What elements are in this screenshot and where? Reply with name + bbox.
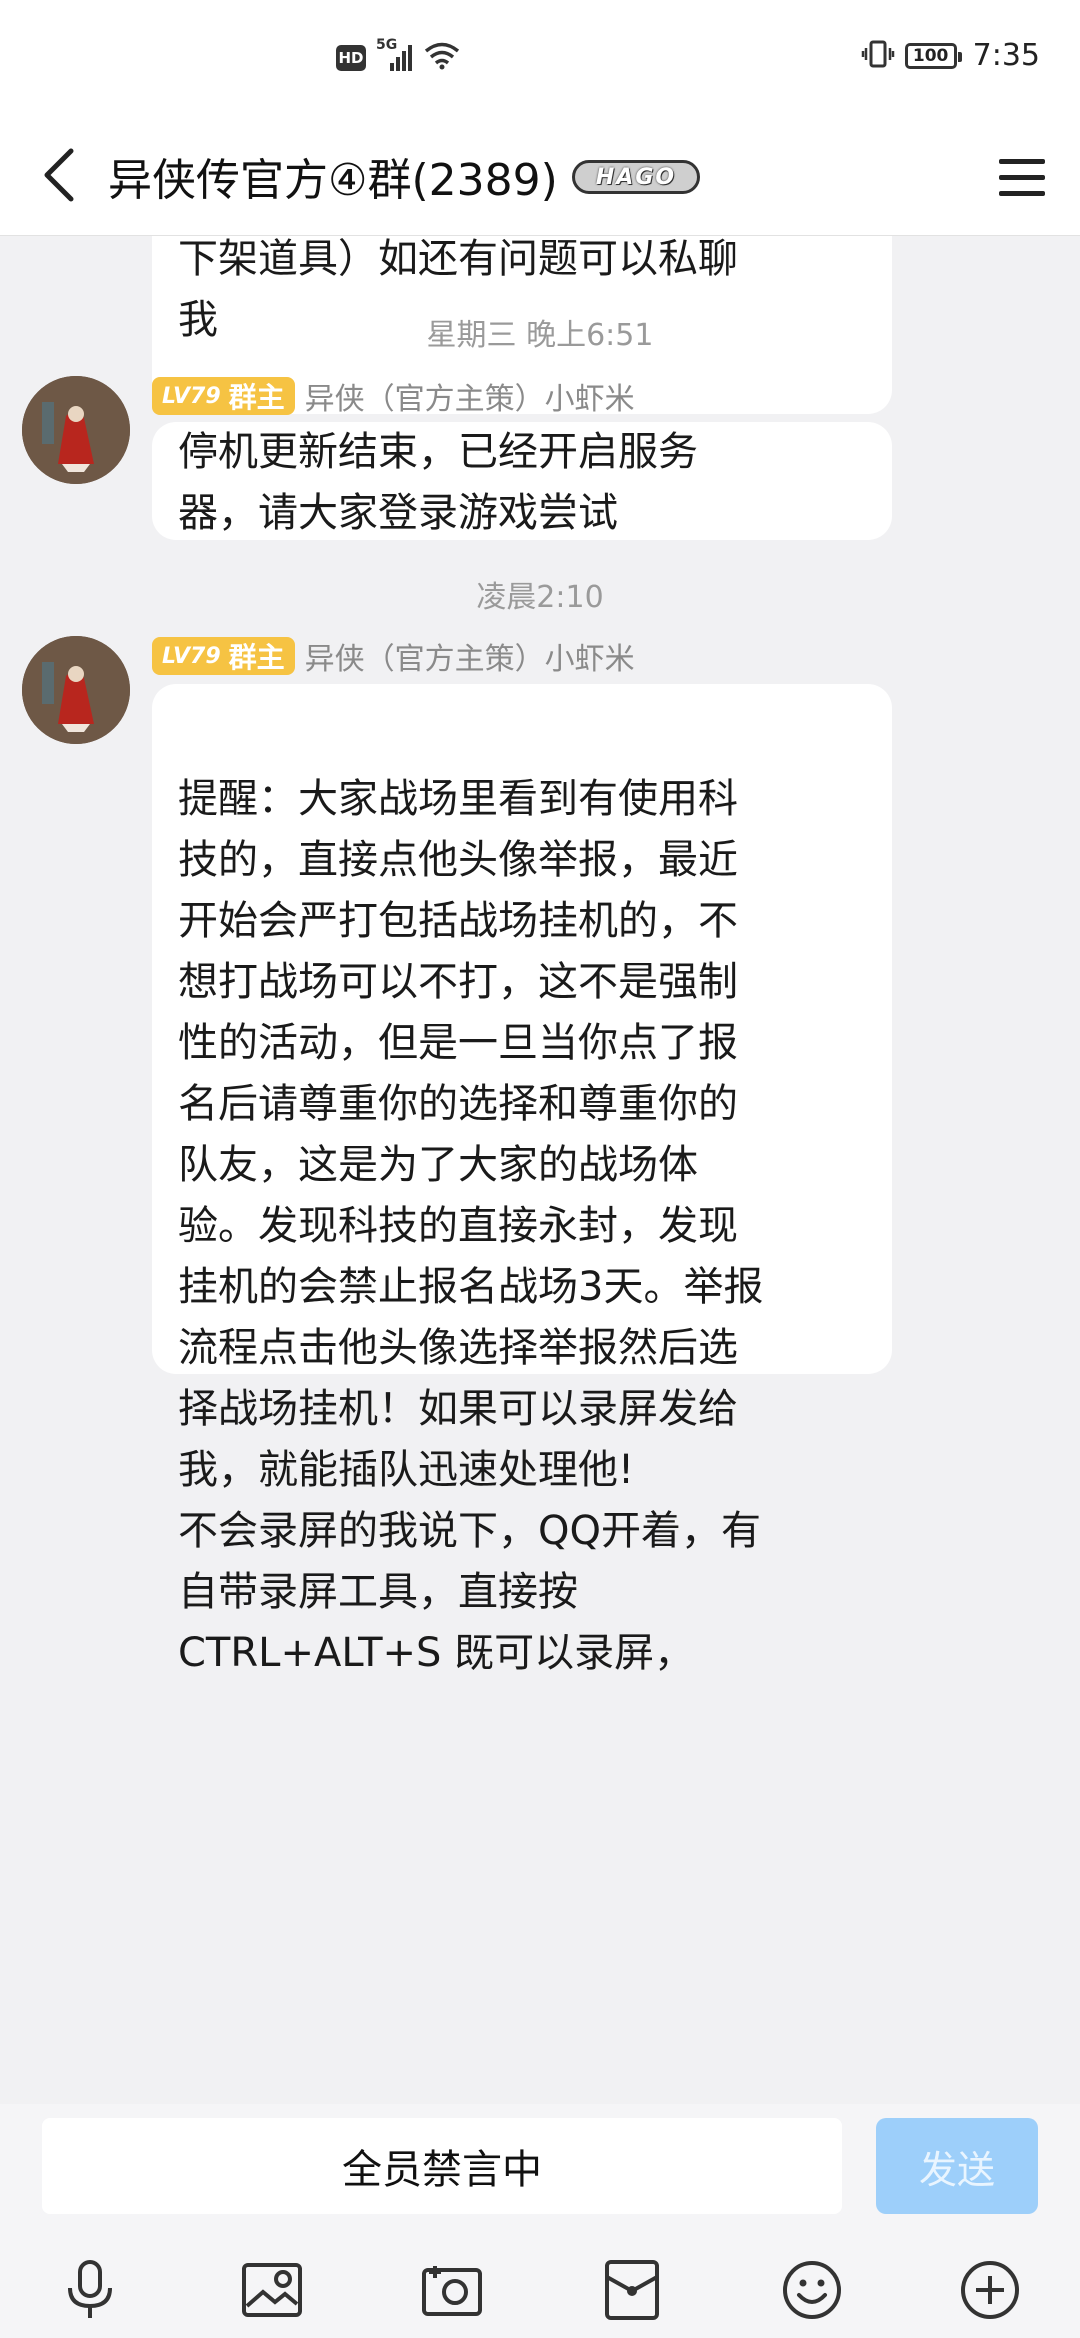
status-bar: HD 5G 100 7:35	[0, 0, 1080, 118]
sender-row: LV79 群主 异侠（官方主策）小虾米	[152, 374, 635, 418]
avatar[interactable]	[22, 376, 130, 484]
menu-button[interactable]	[990, 150, 1054, 206]
clock: 7:35	[972, 38, 1040, 73]
status-right: 100 7:35	[861, 38, 1040, 73]
red-packet-button[interactable]	[592, 2250, 672, 2330]
message-list[interactable]: 可取回！（暂不支持上架，只能 下架道具）如还有问题可以私聊 我 星期三 晚上6:…	[0, 236, 1080, 2104]
emoji-icon	[783, 2261, 841, 2319]
image-button[interactable]	[232, 2250, 312, 2330]
level-text: LV79	[162, 383, 221, 409]
chat-header: 异侠传官方④群(2389) HAGO	[0, 118, 1080, 236]
role-text: 群主	[228, 641, 285, 674]
microphone-icon	[68, 2260, 112, 2318]
signal-icon: 5G	[376, 37, 414, 73]
message-bubble[interactable]: 提醒：大家战场里看到有使用科 技的，直接点他头像举报，最近 开始会严打包括战场挂…	[152, 684, 892, 1676]
input-toolbar	[0, 2250, 1080, 2330]
wifi-icon	[424, 42, 460, 74]
sender-name[interactable]: 异侠（官方主策）小虾米	[305, 374, 635, 418]
sender-name[interactable]: 异侠（官方主策）小虾米	[305, 634, 635, 678]
message-timestamp: 凌晨2:10	[476, 580, 604, 615]
level-badge: LV79 群主	[152, 377, 295, 415]
camera-icon	[422, 2266, 482, 2316]
more-button[interactable]	[950, 2250, 1030, 2330]
back-button[interactable]	[28, 140, 88, 210]
emoji-button[interactable]	[772, 2250, 852, 2330]
avatar[interactable]	[22, 636, 130, 744]
network-type-label: 5G	[376, 37, 398, 53]
plus-icon	[961, 2261, 1019, 2319]
message-text: 提醒：大家战场里看到有使用科 技的，直接点他头像举报，最近 开始会严打包括战场挂…	[178, 776, 764, 1676]
vibrate-icon	[861, 39, 895, 73]
send-button[interactable]: 发送	[876, 2118, 1038, 2214]
message-text: 停机更新结束，已经开启服务 器，请大家登录游戏尝试	[178, 429, 698, 536]
chevron-left-icon	[44, 148, 74, 202]
red-packet-icon	[605, 2260, 659, 2320]
input-area: 全员禁言中 发送	[0, 2104, 1080, 2338]
network-status: HD 5G	[336, 37, 460, 74]
hamburger-icon	[999, 159, 1045, 196]
image-icon	[242, 2263, 302, 2317]
level-text: LV79	[162, 643, 221, 669]
muted-input[interactable]: 全员禁言中	[42, 2118, 842, 2214]
message-bubble[interactable]: 停机更新结束，已经开启服务 器，请大家登录游戏尝试	[152, 422, 892, 540]
camera-button[interactable]	[412, 2250, 492, 2330]
battery-icon: 100	[904, 42, 962, 69]
hd-badge: HD	[336, 45, 366, 71]
role-text: 群主	[228, 381, 285, 414]
level-badge: LV79 群主	[152, 637, 295, 675]
hago-badge: HAGO	[572, 160, 700, 194]
message-timestamp: 星期三 晚上6:51	[426, 318, 654, 353]
sender-row: LV79 群主 异侠（官方主策）小虾米	[152, 634, 635, 678]
voice-button[interactable]	[50, 2250, 130, 2330]
group-title: 异侠传官方④群(2389)	[108, 155, 558, 206]
